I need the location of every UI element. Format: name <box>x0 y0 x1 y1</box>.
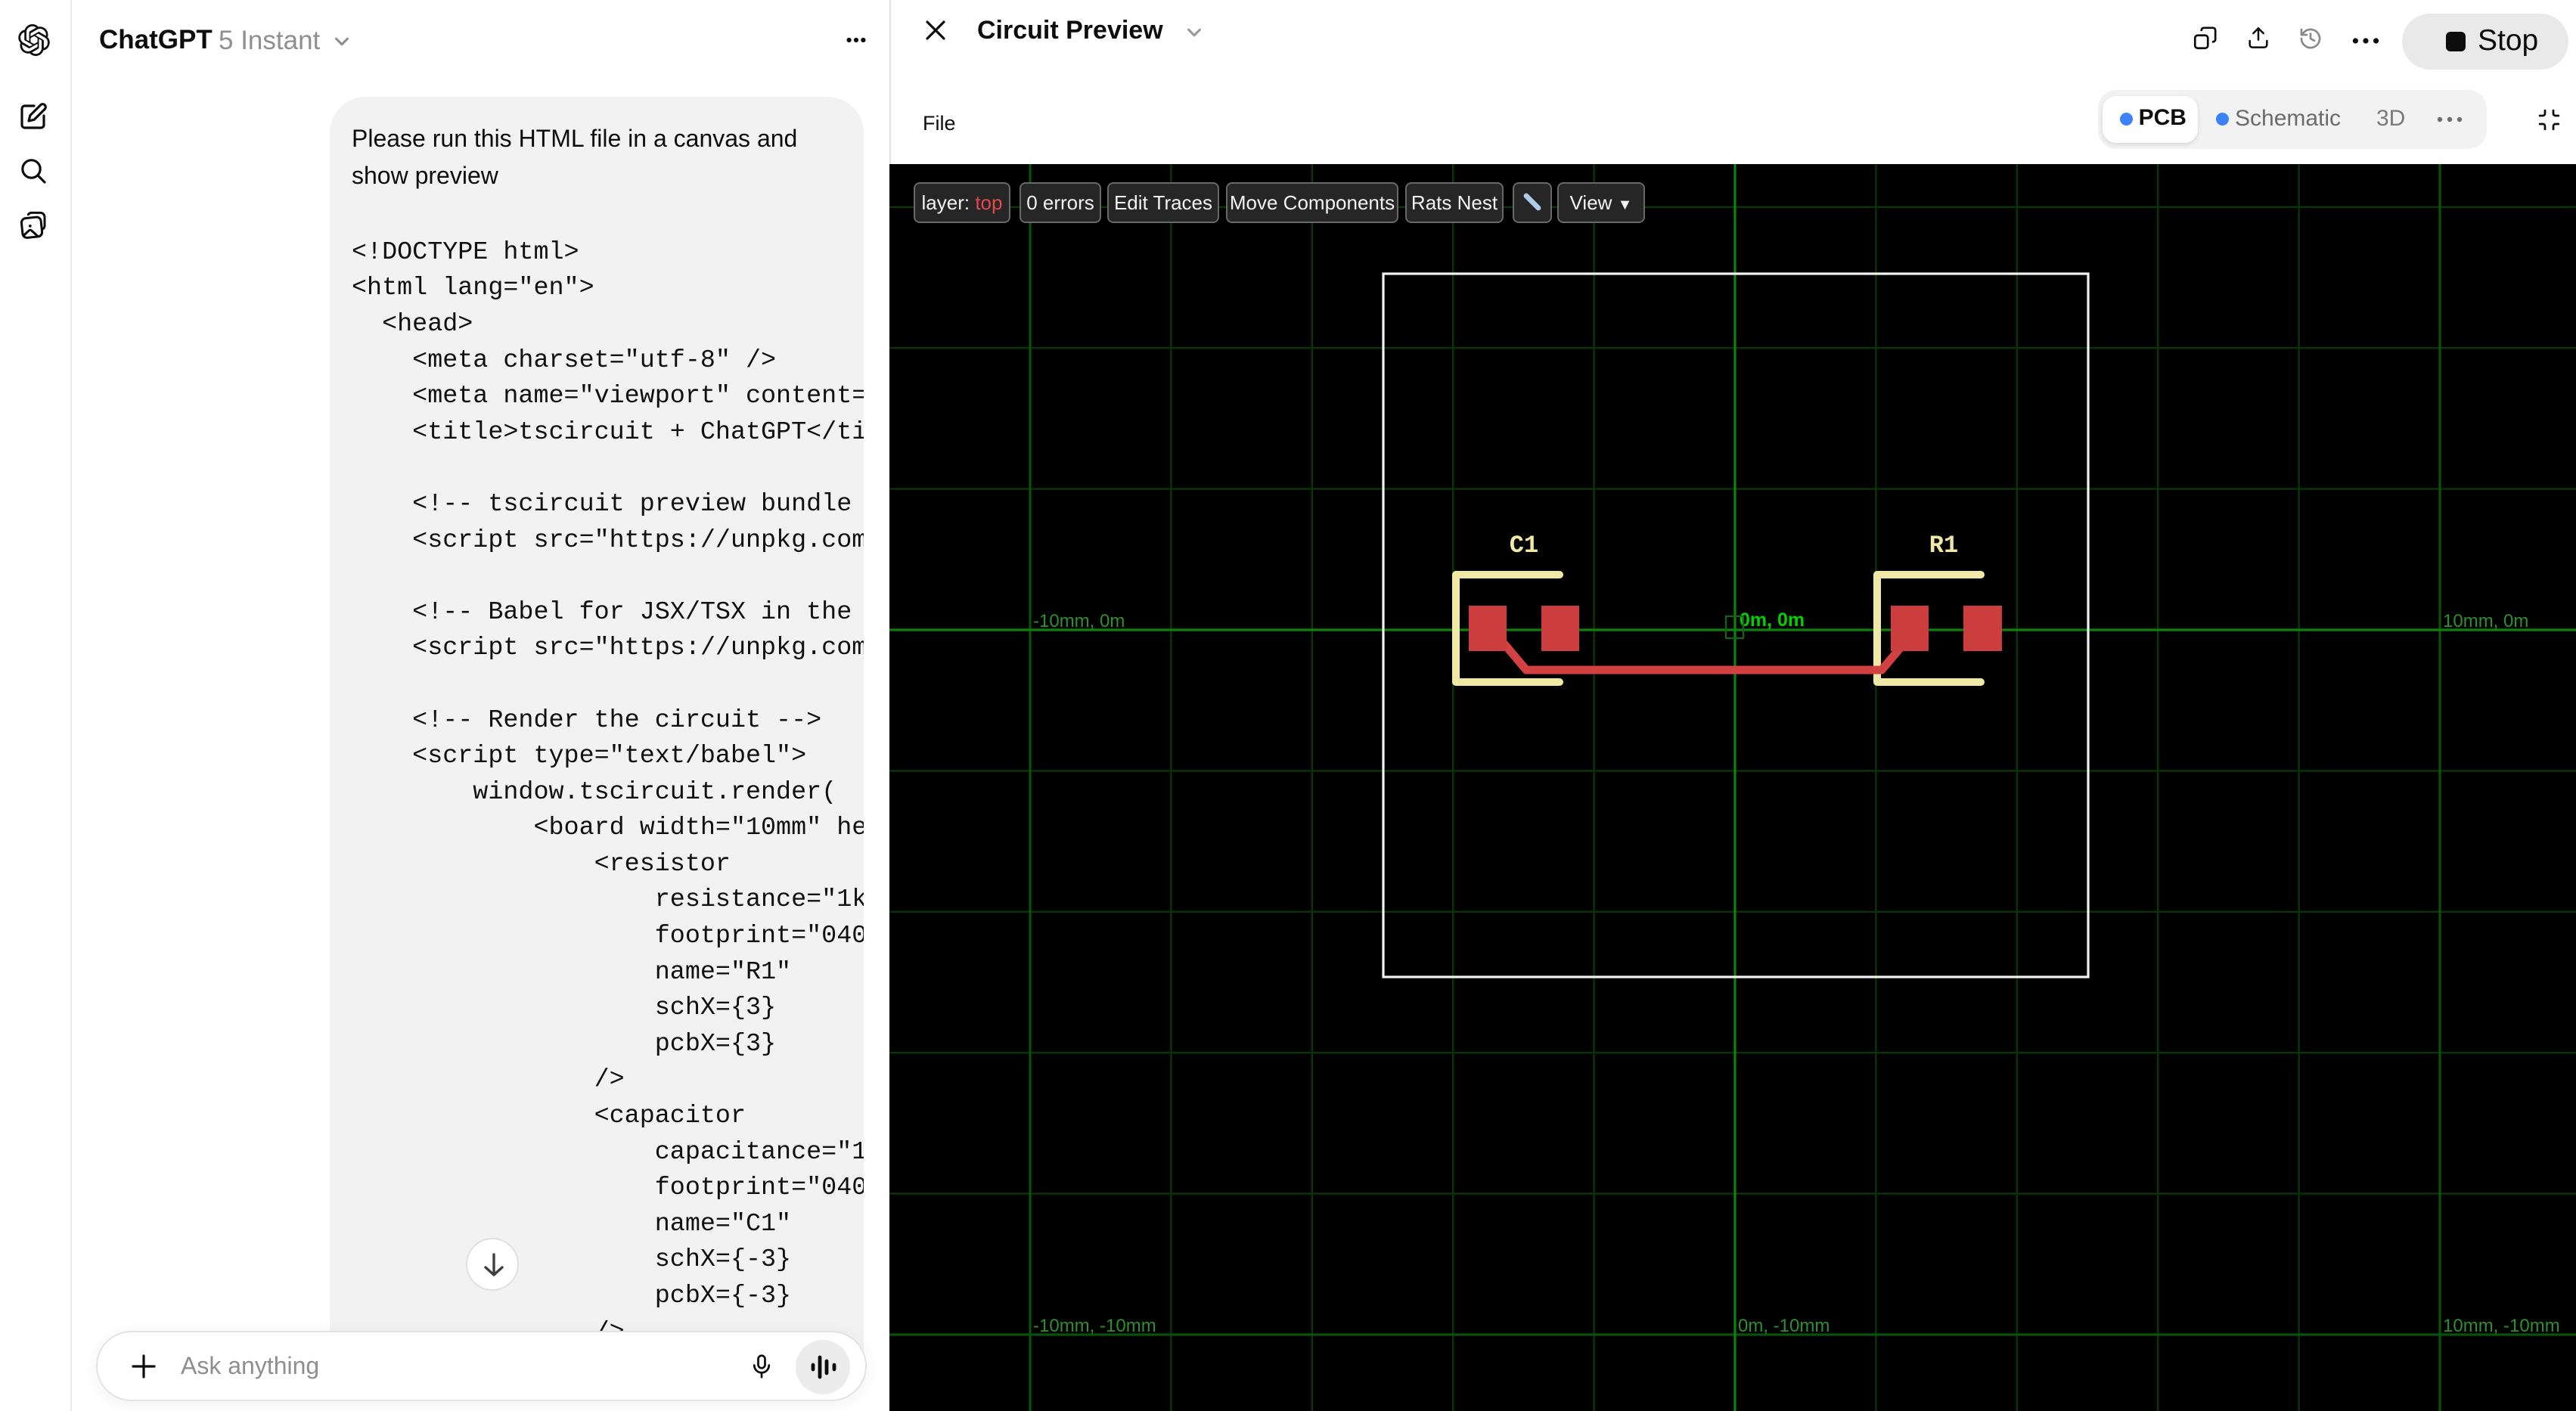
svg-text:C1: C1 <box>1510 532 1538 560</box>
svg-text:0m, 0m: 0m, 0m <box>1740 609 1805 631</box>
svg-text:-10mm, -10mm: -10mm, -10mm <box>1033 1316 1156 1336</box>
svg-text:-10mm, 0m: -10mm, 0m <box>1033 611 1125 631</box>
svg-text:0m, -10mm: 0m, -10mm <box>1738 1316 1830 1336</box>
svg-text:10mm, -10mm: 10mm, -10mm <box>2443 1316 2560 1336</box>
svg-text:R1: R1 <box>1929 532 1958 560</box>
svg-text:10mm, 0m: 10mm, 0m <box>2443 611 2528 631</box>
